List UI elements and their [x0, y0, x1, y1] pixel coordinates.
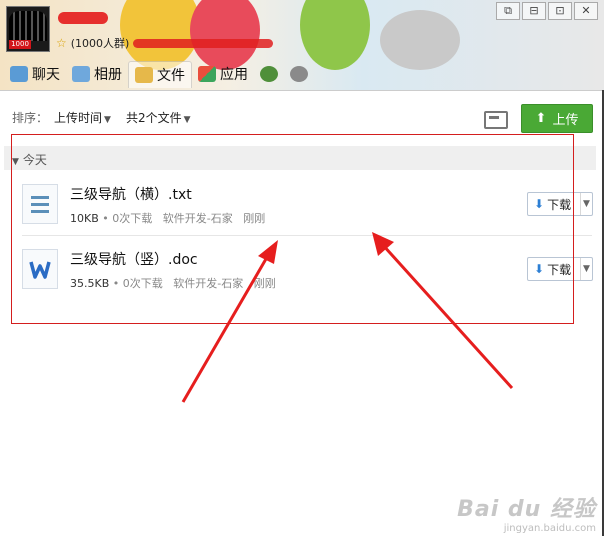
close-button[interactable]: ✕	[574, 2, 598, 20]
group-avatar[interactable]: 1000	[6, 6, 50, 52]
avatar-image	[9, 11, 47, 41]
sort-value: 上传时间	[54, 111, 103, 125]
header-decoration	[380, 10, 460, 70]
tab-album[interactable]: 相册	[66, 61, 128, 87]
watermark-url: jingyan.baidu.com	[503, 523, 596, 534]
redacted-group-name	[58, 12, 108, 24]
group-member-count: (1000人群)	[70, 37, 130, 50]
chevron-down-icon: ▼	[104, 115, 111, 125]
watermark: Bai du 经验 jingyan.baidu.com	[457, 491, 596, 534]
tab-files[interactable]: 文件	[128, 60, 192, 88]
inbox-tray-icon[interactable]	[484, 111, 508, 129]
sort-dropdown[interactable]: 上传时间 ▼	[54, 109, 111, 126]
group-header: 1000 ☆ (1000人群) ⧉ ⊟ ⊡ ✕ 聊天 相册 文件 应用	[0, 0, 604, 90]
watermark-logo: Bai du 经验	[457, 497, 596, 522]
star-icon: ☆	[56, 36, 67, 50]
gear-icon	[290, 66, 308, 82]
tab-label: 聊天	[32, 67, 60, 83]
upload-button[interactable]: ⬆ 上传	[521, 104, 593, 133]
upload-label: 上传	[552, 113, 579, 128]
annotation-highlight-box	[11, 134, 574, 324]
sort-label: 排序：	[12, 111, 49, 125]
maximize-button[interactable]: ⊡	[548, 2, 572, 20]
add-member-button[interactable]	[254, 61, 284, 87]
minimize-button[interactable]: ⊟	[522, 2, 546, 20]
settings-button[interactable]	[284, 61, 314, 87]
chevron-down-icon: ▼	[183, 115, 191, 125]
tab-label: 应用	[220, 67, 248, 83]
chat-icon	[10, 66, 28, 82]
redacted-group-info	[133, 38, 274, 48]
avatar-badge: 1000	[9, 40, 31, 49]
apps-icon	[198, 66, 216, 82]
group-meta: ☆ (1000人群)	[56, 35, 274, 51]
skin-button[interactable]: ⧉	[496, 2, 520, 20]
tab-label: 文件	[157, 67, 185, 84]
upload-arrow-icon: ⬆	[535, 111, 547, 126]
album-icon	[72, 66, 90, 82]
chevron-down-icon[interactable]: ▼	[581, 199, 592, 209]
folder-icon	[135, 66, 153, 83]
add-member-icon	[260, 66, 278, 82]
group-tabs: 聊天 相册 文件 应用	[4, 60, 314, 88]
file-count: 共2个文件	[126, 111, 182, 125]
file-count-dropdown[interactable]: 共2个文件 ▼	[126, 109, 191, 126]
chevron-down-icon[interactable]: ▼	[581, 264, 592, 274]
tab-chat[interactable]: 聊天	[4, 61, 66, 87]
tab-apps[interactable]: 应用	[192, 61, 254, 87]
window-controls: ⧉ ⊟ ⊡ ✕	[496, 2, 598, 20]
tab-label: 相册	[94, 67, 122, 83]
